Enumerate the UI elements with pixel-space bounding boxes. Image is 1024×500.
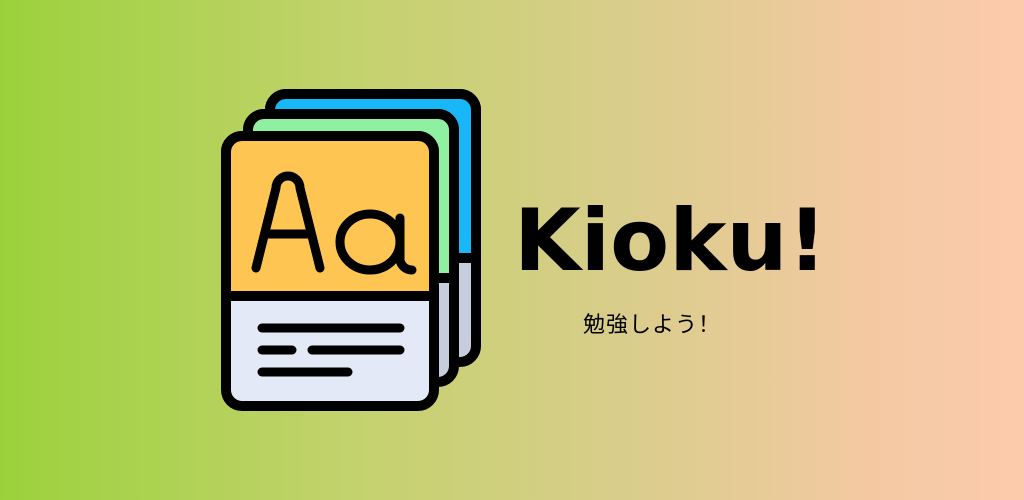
front-card [221, 131, 439, 411]
tagline: 勉強しよう！ [583, 313, 722, 338]
app-banner: Kioku! 勉強しよう！ [0, 0, 1024, 500]
flashcard-deck-icon [221, 89, 481, 411]
app-name: Kioku! [514, 191, 827, 291]
